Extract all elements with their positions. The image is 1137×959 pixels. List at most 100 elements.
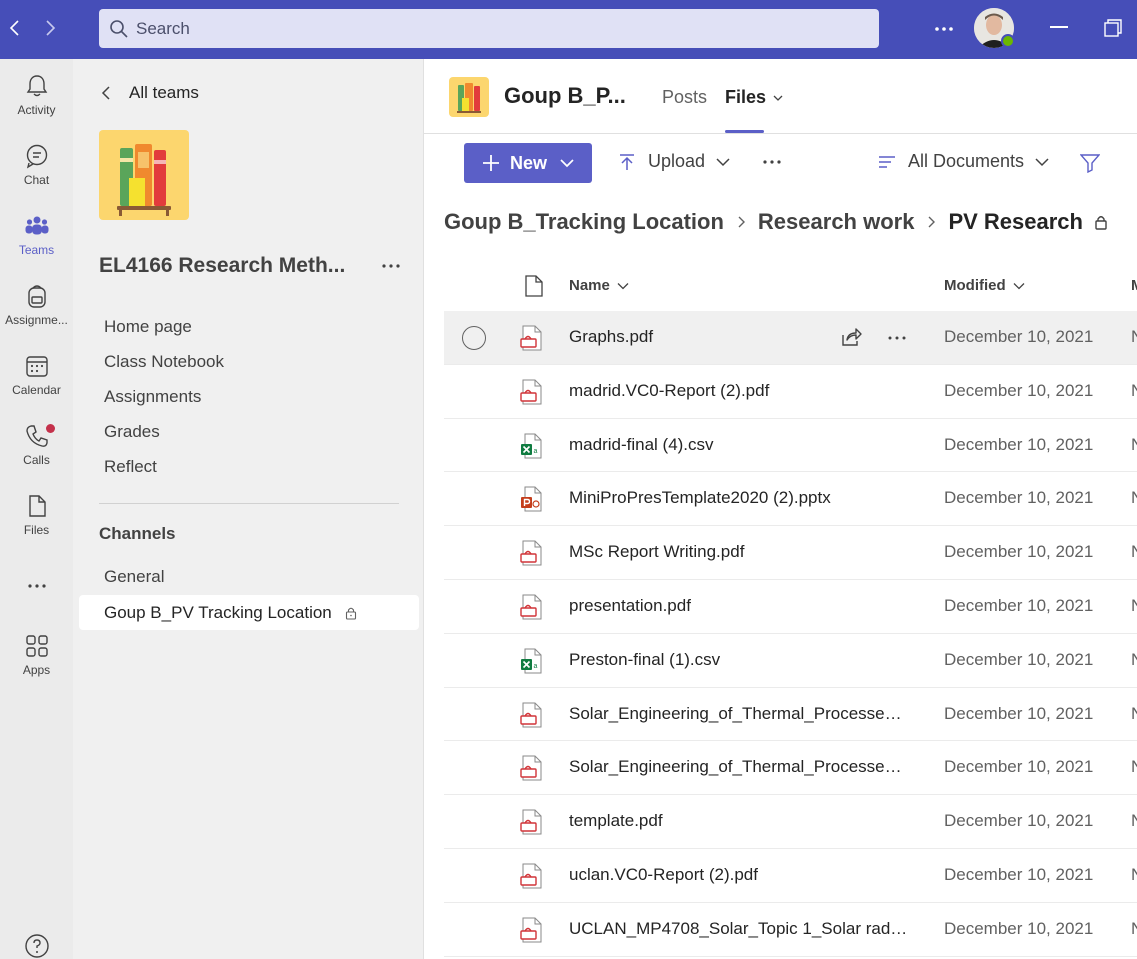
breadcrumb-item[interactable]: Goup B_Tracking Location bbox=[444, 209, 724, 235]
team-link-assignments[interactable]: Assignments bbox=[104, 385, 224, 420]
svg-text:a: a bbox=[534, 448, 538, 455]
rail-item-assignments[interactable]: Assignme... bbox=[0, 283, 73, 353]
calendar-icon bbox=[25, 356, 48, 377]
table-row[interactable]: Graphs.pdf December 10, 2021 N bbox=[444, 311, 1137, 365]
minimize-icon[interactable] bbox=[1050, 26, 1068, 28]
forward-arrow-icon[interactable] bbox=[38, 16, 62, 40]
table-row[interactable]: a madrid-final (4).csv December 10, 2021 N bbox=[444, 419, 1137, 473]
view-selector-button[interactable]: All Documents bbox=[878, 151, 1050, 172]
file-name[interactable]: Solar_Engineering_of_Thermal_Processe… bbox=[569, 757, 919, 777]
rail-item-calendar[interactable]: Calendar bbox=[0, 353, 73, 423]
team-link-class-notebook[interactable]: Class Notebook bbox=[104, 350, 224, 385]
table-row[interactable]: uclan.VC0-Report (2).pdf December 10, 202… bbox=[444, 849, 1137, 903]
table-row[interactable]: MiniProPresTemplate2020 (2).pptx December… bbox=[444, 472, 1137, 527]
rail-item-calls[interactable]: Calls bbox=[0, 423, 73, 493]
restore-window-icon[interactable] bbox=[1104, 19, 1122, 37]
table-header: Name Modified M bbox=[444, 265, 1137, 305]
file-type-icon bbox=[520, 917, 544, 943]
help-button[interactable] bbox=[0, 933, 73, 959]
row-select-checkbox[interactable] bbox=[462, 326, 486, 350]
chevron-down-icon bbox=[1035, 157, 1049, 166]
channel-goup-b-pv-tracking[interactable]: Goup B_PV Tracking Location bbox=[79, 595, 419, 630]
column-header-name[interactable]: Name bbox=[569, 277, 630, 294]
rail-item-apps[interactable]: Apps bbox=[0, 633, 73, 703]
team-link-home-page[interactable]: Home page bbox=[104, 315, 224, 350]
table-row[interactable]: madrid.VC0-Report (2).pdf December 10, 20… bbox=[444, 365, 1137, 419]
divider bbox=[99, 503, 399, 504]
all-teams-link[interactable]: All teams bbox=[99, 83, 199, 103]
chevron-left-icon bbox=[101, 86, 110, 100]
rail-item-chat[interactable]: Chat bbox=[0, 143, 73, 213]
team-more-options-icon[interactable] bbox=[379, 256, 403, 276]
file-modified-by: N bbox=[1131, 865, 1137, 885]
column-header-modified-by[interactable]: M bbox=[1131, 277, 1137, 294]
backpack-icon bbox=[27, 285, 46, 308]
excel-file-icon: a bbox=[521, 648, 542, 674]
tab-files[interactable]: Files bbox=[725, 87, 784, 108]
file-name[interactable]: presentation.pdf bbox=[569, 596, 919, 616]
team-link-reflect[interactable]: Reflect bbox=[104, 455, 224, 490]
file-name[interactable]: madrid-final (4).csv bbox=[569, 435, 919, 455]
breadcrumb-item[interactable]: Research work bbox=[758, 209, 915, 235]
column-header-label: Name bbox=[569, 277, 610, 294]
channel-label: Goup B_PV Tracking Location bbox=[104, 602, 332, 622]
column-header-modified[interactable]: Modified bbox=[944, 277, 1026, 294]
all-teams-label: All teams bbox=[129, 83, 199, 102]
table-row[interactable]: a Preston-final (1).csv December 10, 2021 N bbox=[444, 634, 1137, 688]
table-row[interactable]: Solar_Engineering_of_Thermal_Processe… De… bbox=[444, 741, 1137, 796]
file-modified-by: N bbox=[1131, 919, 1137, 939]
table-row[interactable]: presentation.pdf December 10, 2021 N bbox=[444, 580, 1137, 634]
chevron-right-icon bbox=[738, 216, 745, 228]
title-bar: Search bbox=[0, 0, 1137, 59]
file-name[interactable]: Graphs.pdf bbox=[569, 327, 919, 347]
chevron-down-icon bbox=[617, 282, 629, 289]
file-name[interactable]: UCLAN_MP4708_Solar_Topic 1_Solar rad… bbox=[569, 919, 919, 939]
rail-item-files[interactable]: Files bbox=[0, 493, 73, 563]
file-type-header-icon[interactable] bbox=[525, 275, 543, 297]
channel-header: Goup B_P... Posts Files bbox=[424, 59, 1137, 134]
share-icon[interactable] bbox=[840, 327, 862, 347]
back-arrow-icon[interactable] bbox=[3, 16, 27, 40]
team-link-grades[interactable]: Grades bbox=[104, 420, 224, 455]
table-row[interactable]: Solar_Engineering_of_Thermal_Processe… De… bbox=[444, 688, 1137, 742]
file-modified-date: December 10, 2021 bbox=[944, 757, 1094, 777]
main-content: Goup B_P... Posts Files New Upload All D… bbox=[424, 59, 1137, 959]
channel-title: Goup B_P... bbox=[504, 83, 626, 108]
file-modified-by: N bbox=[1131, 650, 1137, 670]
table-row[interactable]: MSc Report Writing.pdf December 10, 2021 N bbox=[444, 526, 1137, 580]
upload-button[interactable]: Upload bbox=[618, 151, 731, 172]
chevron-down-icon bbox=[773, 95, 783, 101]
toolbar-more-options-icon[interactable] bbox=[760, 155, 784, 169]
search-input[interactable]: Search bbox=[99, 9, 879, 48]
rail-item-teams[interactable]: Teams bbox=[0, 213, 73, 283]
file-type-icon bbox=[520, 486, 544, 512]
file-list: Graphs.pdf December 10, 2021 Nmadrid.VC0-R… bbox=[444, 311, 1137, 957]
row-more-options-icon[interactable] bbox=[886, 331, 908, 343]
new-button[interactable]: New bbox=[464, 143, 592, 183]
file-modified-by: N bbox=[1131, 542, 1137, 562]
table-row[interactable]: template.pdf December 10, 2021 N bbox=[444, 795, 1137, 849]
file-modified-by: N bbox=[1131, 704, 1137, 724]
file-name[interactable]: template.pdf bbox=[569, 811, 919, 831]
rail-label: Activity bbox=[17, 103, 56, 117]
active-tab-indicator bbox=[725, 130, 764, 133]
rail-more-apps[interactable] bbox=[0, 573, 73, 593]
file-type-icon bbox=[520, 863, 544, 889]
file-modified-by: N bbox=[1131, 435, 1137, 455]
tab-posts[interactable]: Posts bbox=[662, 87, 707, 108]
filter-icon[interactable] bbox=[1079, 153, 1101, 174]
chat-icon bbox=[26, 144, 47, 169]
file-name[interactable]: Preston-final (1).csv bbox=[569, 650, 919, 670]
file-name[interactable]: uclan.VC0-Report (2).pdf bbox=[569, 865, 919, 885]
table-row[interactable]: UCLAN_MP4708_Solar_Topic 1_Solar rad… Dec… bbox=[444, 903, 1137, 957]
channel-general[interactable]: General bbox=[104, 567, 164, 587]
file-name[interactable]: MiniProPresTemplate2020 (2).pptx bbox=[569, 488, 919, 508]
file-name[interactable]: Solar_Engineering_of_Thermal_Processe… bbox=[569, 704, 919, 724]
channel-books-icon bbox=[449, 77, 489, 117]
more-options-icon[interactable] bbox=[930, 18, 958, 40]
rail-label: Apps bbox=[22, 663, 51, 677]
file-name[interactable]: MSc Report Writing.pdf bbox=[569, 542, 919, 562]
file-name[interactable]: madrid.VC0-Report (2).pdf bbox=[569, 381, 919, 401]
breadcrumb: Goup B_Tracking Location Research work P… bbox=[444, 209, 1109, 235]
rail-item-activity[interactable]: Activity bbox=[0, 73, 73, 143]
